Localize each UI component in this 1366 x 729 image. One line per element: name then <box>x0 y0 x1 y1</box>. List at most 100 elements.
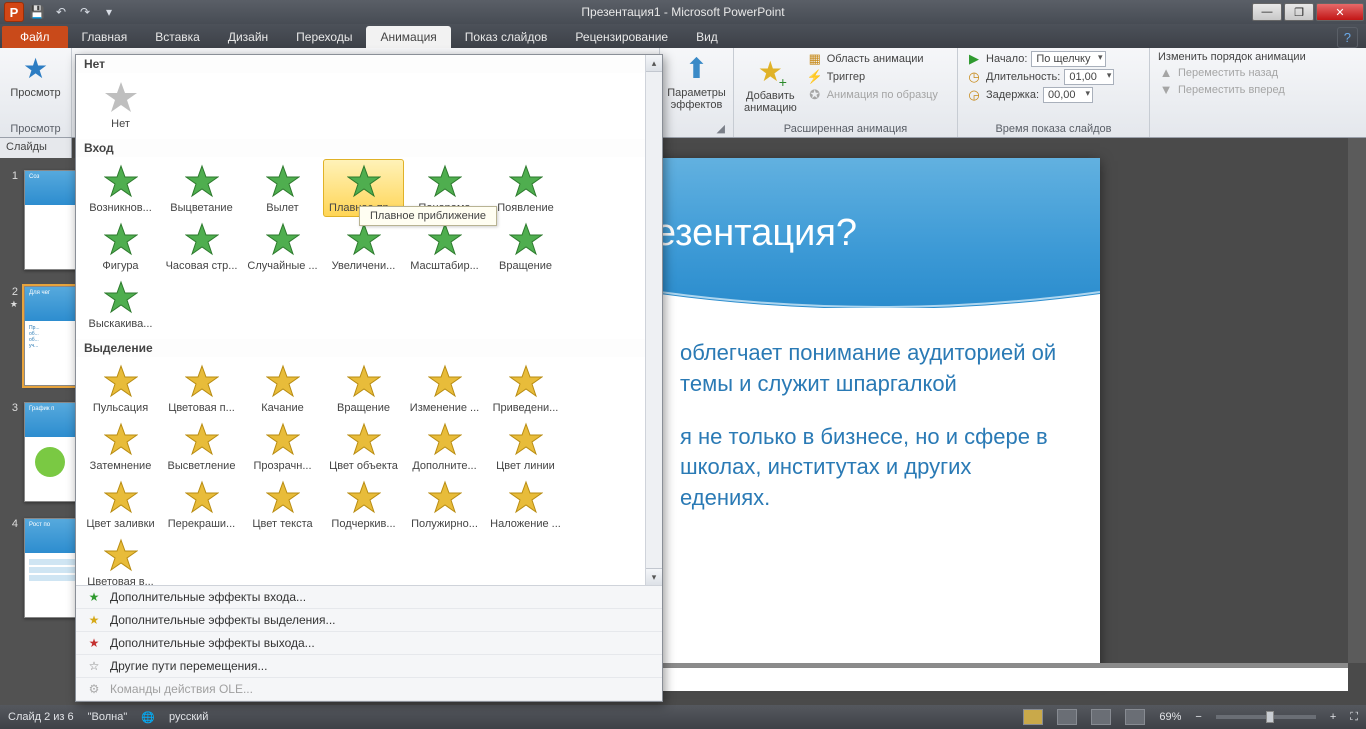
animation-item[interactable]: Качание <box>242 359 323 417</box>
tab-design[interactable]: Дизайн <box>214 26 282 48</box>
tab-view[interactable]: Вид <box>682 26 732 48</box>
delay-spinner[interactable]: 00,00 <box>1043 87 1093 103</box>
pane-icon: ▦ <box>807 51 823 67</box>
scroll-up-icon[interactable]: ▴ <box>646 55 662 72</box>
arrow-up-small-icon: ▲ <box>1158 65 1174 80</box>
fit-to-window-button[interactable]: ⛶ <box>1350 711 1358 724</box>
star-icon <box>266 480 300 514</box>
qat-dropdown-icon[interactable]: ▾ <box>98 2 120 22</box>
animation-item[interactable]: Вылет <box>242 159 323 217</box>
animation-item-none[interactable]: Нет <box>80 75 161 133</box>
tab-file[interactable]: Файл <box>2 26 68 48</box>
gallery-scrollbar[interactable]: ▴ ▾ <box>645 55 662 585</box>
sorter-view-button[interactable] <box>1057 709 1077 725</box>
scroll-down-icon[interactable]: ▾ <box>646 568 662 585</box>
animation-item[interactable]: Цветовая в... <box>80 533 161 585</box>
move-earlier-button[interactable]: ▲Переместить назад <box>1154 64 1362 81</box>
redo-icon[interactable]: ↷ <box>74 2 96 22</box>
help-icon[interactable]: ? <box>1337 27 1358 48</box>
animation-item[interactable]: Выскакива... <box>80 275 161 333</box>
animation-item[interactable]: Высветление <box>161 417 242 475</box>
animation-item[interactable]: Появление <box>485 159 566 217</box>
zoom-slider[interactable] <box>1216 715 1316 719</box>
slides-panel-header[interactable]: Слайды <box>0 138 72 158</box>
animation-item-label: Выскакива... <box>83 318 158 330</box>
more-exit-effects[interactable]: ★Дополнительные эффекты выхода... <box>76 632 662 655</box>
start-combo[interactable]: По щелчку <box>1031 51 1105 67</box>
close-button[interactable]: ✕ <box>1316 3 1364 21</box>
animation-item-label: Часовая стр... <box>164 260 239 272</box>
animation-item[interactable]: Случайные ... <box>242 217 323 275</box>
animation-item[interactable]: Дополните... <box>404 417 485 475</box>
undo-icon[interactable]: ↶ <box>50 2 72 22</box>
animation-item[interactable]: Изменение ... <box>404 359 485 417</box>
animation-item[interactable]: Прозрачн... <box>242 417 323 475</box>
preview-button[interactable]: ★ Просмотр <box>4 50 67 101</box>
group-dialogbox-launcher[interactable]: ◢ <box>664 120 729 137</box>
animation-item[interactable]: Цвет заливки <box>80 475 161 533</box>
animation-item[interactable]: Часовая стр... <box>161 217 242 275</box>
star-icon <box>428 222 462 256</box>
animation-item-label: Цвет заливки <box>83 518 158 530</box>
save-icon[interactable]: 💾 <box>26 2 48 22</box>
animation-item[interactable]: Наложение ... <box>485 475 566 533</box>
more-motion-paths[interactable]: ☆Другие пути перемещения... <box>76 655 662 678</box>
minimize-button[interactable]: — <box>1252 3 1282 21</box>
maximize-button[interactable]: ❐ <box>1284 3 1314 21</box>
move-later-button[interactable]: ▼Переместить вперед <box>1154 81 1362 98</box>
animation-item[interactable]: Пульсация <box>80 359 161 417</box>
animation-item[interactable]: Подчеркив... <box>323 475 404 533</box>
zoom-in-button[interactable]: + <box>1330 711 1336 723</box>
duration-spinner[interactable]: 01,00 <box>1064 69 1114 85</box>
animation-item[interactable]: Полужирно... <box>404 475 485 533</box>
reading-view-button[interactable] <box>1091 709 1111 725</box>
animation-pane-button[interactable]: ▦Область анимации <box>803 50 953 68</box>
more-entrance-effects[interactable]: ★Дополнительные эффекты входа... <box>76 586 662 609</box>
language-icon[interactable]: 🌐 <box>141 711 155 724</box>
star-icon <box>185 164 219 198</box>
animation-item-label: Цвет линии <box>488 460 563 472</box>
tab-transitions[interactable]: Переходы <box>282 26 366 48</box>
animation-item[interactable]: Вращение <box>485 217 566 275</box>
ribbon-group-effect-options: ⬆ Параметры эффектов ◢ <box>660 48 734 137</box>
zoom-out-button[interactable]: − <box>1195 711 1201 723</box>
animation-item[interactable]: Перекраши... <box>161 475 242 533</box>
play-icon: ▶ <box>966 51 982 67</box>
slideshow-view-button[interactable] <box>1125 709 1145 725</box>
animation-item[interactable]: Цвет текста <box>242 475 323 533</box>
animation-item[interactable]: Затемнение <box>80 417 161 475</box>
animation-item[interactable]: Возникнов... <box>80 159 161 217</box>
tab-slideshow[interactable]: Показ слайдов <box>451 26 562 48</box>
animation-item-label: Вращение <box>326 402 401 414</box>
animation-item-label: Изменение ... <box>407 402 482 414</box>
lightning-icon: ⚡ <box>807 69 823 85</box>
zoom-thumb[interactable] <box>1266 711 1274 723</box>
effect-options-button[interactable]: ⬆ Параметры эффектов <box>664 50 729 113</box>
animation-item-label: Приведени... <box>488 402 563 414</box>
star-plus-icon: ★+ <box>758 55 783 88</box>
vertical-scrollbar[interactable] <box>1348 138 1366 663</box>
star-icon <box>509 364 543 398</box>
animation-item[interactable]: Выцветание <box>161 159 242 217</box>
animation-item[interactable]: Фигура <box>80 217 161 275</box>
more-emphasis-effects[interactable]: ★Дополнительные эффекты выделения... <box>76 609 662 632</box>
arrow-up-icon: ⬆ <box>685 52 708 85</box>
add-animation-button[interactable]: ★+ Добавить анимацию <box>738 50 803 118</box>
tab-animation[interactable]: Анимация <box>366 26 450 48</box>
status-language[interactable]: русский <box>169 711 208 723</box>
star-icon <box>347 364 381 398</box>
tab-review[interactable]: Рецензирование <box>561 26 682 48</box>
animation-item[interactable]: Цветовая п... <box>161 359 242 417</box>
app-icon[interactable]: P <box>4 2 24 22</box>
tab-home[interactable]: Главная <box>68 26 142 48</box>
normal-view-button[interactable] <box>1023 709 1043 725</box>
trigger-button[interactable]: ⚡Триггер <box>803 68 953 86</box>
animation-item[interactable]: Цвет линии <box>485 417 566 475</box>
animation-painter-button[interactable]: ✪Анимация по образцу <box>803 86 953 104</box>
animation-item-label: Увеличени... <box>326 260 401 272</box>
status-bar: Слайд 2 из 6 "Волна" 🌐 русский 69% − + ⛶ <box>0 705 1366 729</box>
animation-item[interactable]: Приведени... <box>485 359 566 417</box>
tab-insert[interactable]: Вставка <box>141 26 214 48</box>
animation-item[interactable]: Вращение <box>323 359 404 417</box>
animation-item[interactable]: Цвет объекта <box>323 417 404 475</box>
